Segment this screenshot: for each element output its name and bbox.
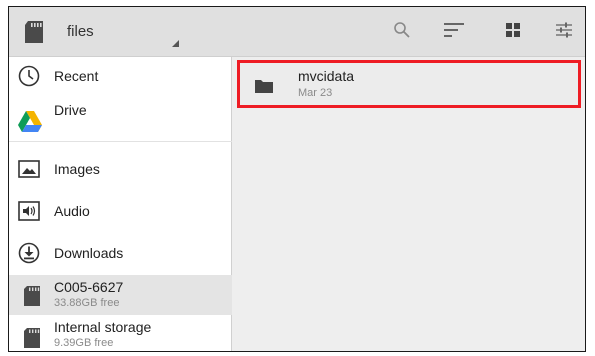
sidebar-item-recent[interactable]: Recent (9, 57, 232, 95)
sidebar-item-free-space: 33.88GB free (54, 297, 120, 309)
download-icon (17, 241, 41, 270)
sidebar-item-drive[interactable]: Drive (9, 95, 232, 137)
sd-card-icon (23, 285, 41, 312)
document-date: Mar 23 (298, 87, 333, 99)
roots-sidebar: Recent Drive Images Audio Downloads C005… (9, 57, 232, 351)
sidebar-item-label: Drive (54, 102, 87, 118)
sidebar-item-c005-6627[interactable]: C005-6627 33.88GB free (9, 275, 232, 315)
audio-icon (17, 199, 41, 228)
spinner-indicator-icon (172, 40, 179, 47)
sidebar-item-images[interactable]: Images (9, 149, 232, 189)
sidebar-item-free-space: 9.39GB free (54, 337, 114, 349)
document-list: mvcidata Mar 23 (233, 57, 585, 351)
sidebar-item-label: Downloads (54, 245, 124, 261)
document-name: mvcidata (298, 68, 355, 84)
sidebar-item-audio[interactable]: Audio (9, 191, 232, 231)
list-item[interactable]: mvcidata Mar 23 (237, 60, 581, 108)
file-picker-window: files Recent Drive Images Audio Download… (8, 6, 586, 352)
sort-icon (443, 22, 465, 43)
sidebar-item-label: Audio (54, 203, 90, 219)
settings-sliders-icon (555, 21, 573, 44)
clock-icon (17, 64, 41, 93)
folder-icon (254, 78, 274, 99)
grid-view-icon (505, 22, 521, 43)
sd-card-icon (23, 20, 45, 49)
root-picker-spinner[interactable]: files (9, 7, 189, 57)
root-title: files (67, 23, 94, 40)
sd-card-icon (23, 327, 41, 351)
sidebar-item-label: Images (54, 161, 100, 177)
image-icon (17, 157, 41, 186)
search-button[interactable] (390, 20, 414, 44)
drive-icon (17, 110, 43, 139)
sidebar-item-label: C005-6627 (54, 279, 124, 295)
sidebar-item-downloads[interactable]: Downloads (9, 233, 232, 273)
sort-button[interactable] (442, 20, 466, 44)
toolbar: files (9, 7, 585, 57)
sidebar-item-label: Internal storage (54, 319, 152, 335)
sidebar-item-internal-storage[interactable]: Internal storage 9.39GB free (9, 317, 232, 351)
grid-view-button[interactable] (501, 20, 525, 44)
settings-button[interactable] (552, 20, 576, 44)
sidebar-divider (9, 141, 232, 142)
search-icon (393, 21, 411, 44)
sidebar-item-label: Recent (54, 68, 99, 84)
